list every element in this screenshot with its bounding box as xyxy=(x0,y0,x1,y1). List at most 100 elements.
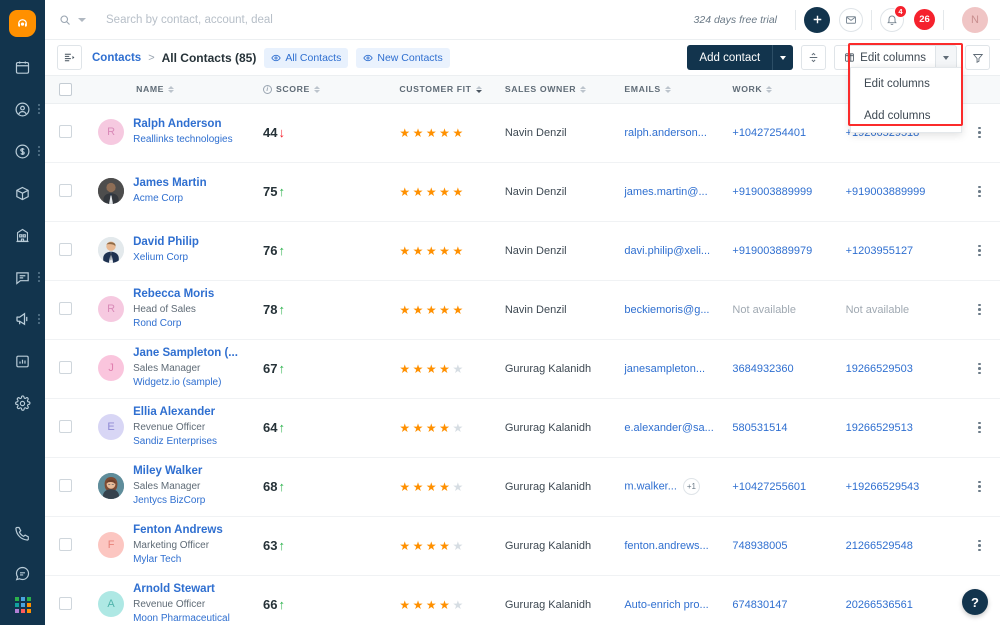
contact-org[interactable]: Moon Pharmaceutical xyxy=(133,612,230,625)
table-row[interactable]: E Ellia Alexander Revenue Officer Sandiz En… xyxy=(45,398,1000,457)
col-score[interactable]: i SCORE xyxy=(259,76,378,104)
work-phone-value[interactable]: +919003889999 xyxy=(732,186,812,198)
row-menu-icon[interactable] xyxy=(959,362,1000,375)
rating-stars[interactable]: ★★★★★ xyxy=(377,421,500,435)
email-link[interactable]: ralph.anderson... xyxy=(624,127,707,139)
rating-stars[interactable]: ★★★★★ xyxy=(377,480,500,494)
row-checkbox[interactable] xyxy=(59,478,72,492)
col-customer-fit[interactable]: CUSTOMER FIT xyxy=(377,76,501,104)
contact-name[interactable]: Arnold Stewart xyxy=(133,583,215,595)
email-link[interactable]: beckiemoris@g... xyxy=(624,304,709,316)
list-view-icon[interactable] xyxy=(57,45,82,70)
sidebar-more-dots[interactable] xyxy=(38,104,40,114)
contact-org[interactable]: Mylar Tech xyxy=(133,553,223,568)
work-phone-value[interactable]: 748938005 xyxy=(732,540,787,552)
row-checkbox[interactable] xyxy=(59,124,72,138)
email-link[interactable]: janesampleton... xyxy=(624,363,705,375)
row-menu-icon[interactable] xyxy=(959,421,1000,434)
mobile-phone-value[interactable]: +1203955127 xyxy=(846,245,914,257)
contact-name[interactable]: David Philip xyxy=(133,236,199,248)
row-density-button[interactable] xyxy=(801,45,827,70)
email-link[interactable]: fenton.andrews... xyxy=(624,540,708,552)
row-checkbox[interactable] xyxy=(59,360,72,374)
sidebar-item-contacts[interactable] xyxy=(0,93,45,125)
bell-icon[interactable]: 4 xyxy=(880,4,907,32)
work-phone-value[interactable]: +10427255601 xyxy=(732,481,806,493)
row-checkbox[interactable] xyxy=(59,537,72,551)
breadcrumb-root[interactable]: Contacts xyxy=(92,52,141,64)
row-menu-icon[interactable] xyxy=(959,480,1000,493)
mobile-phone-value[interactable]: 21266529548 xyxy=(846,540,913,552)
email-link[interactable]: davi.philip@xeli... xyxy=(624,245,710,257)
dropdown-item-add-columns[interactable]: Add columns xyxy=(851,100,961,132)
work-phone-value[interactable]: 674830147 xyxy=(732,599,787,611)
sidebar-item-marketing[interactable] xyxy=(0,303,45,335)
sidebar-item-conversations[interactable] xyxy=(0,261,45,293)
table-row[interactable]: J Jane Sampleton (... Sales Manager Widgetz… xyxy=(45,339,1000,398)
sort-toggle[interactable] xyxy=(664,85,671,93)
sidebar-item-deals[interactable] xyxy=(0,135,45,167)
col-work[interactable]: WORK xyxy=(732,76,846,104)
sidebar-item-calendar[interactable] xyxy=(0,51,45,83)
row-menu-icon[interactable] xyxy=(959,244,1000,257)
contact-name[interactable]: Rebecca Moris xyxy=(133,288,214,300)
row-checkbox[interactable] xyxy=(59,419,72,433)
email-link[interactable]: e.alexander@sa... xyxy=(624,422,713,434)
sidebar-item-accounts[interactable] xyxy=(0,219,45,251)
help-fab[interactable]: ? xyxy=(962,589,988,615)
email-link[interactable]: james.martin@... xyxy=(624,186,707,198)
work-phone-value[interactable]: +10427254401 xyxy=(732,127,806,139)
mobile-phone-value[interactable]: 19266529503 xyxy=(846,363,913,375)
contact-name[interactable]: Fenton Andrews xyxy=(133,524,223,536)
col-sales-owner[interactable]: SALES OWNER xyxy=(500,76,625,104)
sidebar-item-settings[interactable] xyxy=(0,387,45,419)
add-contact-caret[interactable] xyxy=(773,55,793,60)
rating-stars[interactable]: ★★★★★ xyxy=(377,362,500,376)
user-avatar[interactable]: N xyxy=(962,6,988,33)
contact-name[interactable]: Miley Walker xyxy=(133,465,202,477)
add-contact-button[interactable]: Add contact xyxy=(687,45,794,70)
mail-icon[interactable] xyxy=(839,7,863,32)
rating-stars[interactable]: ★★★★★ xyxy=(377,539,500,553)
work-phone-value[interactable]: +919003889979 xyxy=(732,245,812,257)
rating-stars[interactable]: ★★★★★ xyxy=(377,185,500,199)
info-icon[interactable]: i xyxy=(263,84,273,94)
edit-columns-dropdown[interactable]: Edit columns Add columns xyxy=(850,67,962,133)
rating-stars[interactable]: ★★★★★ xyxy=(377,303,500,317)
select-all-checkbox[interactable] xyxy=(59,82,72,96)
row-menu-icon[interactable] xyxy=(959,303,1000,316)
table-row[interactable]: F Fenton Andrews Marketing Officer Mylar Te… xyxy=(45,516,1000,575)
search-input[interactable] xyxy=(106,13,426,26)
counter-badge[interactable]: 26 xyxy=(914,9,935,30)
sidebar-more-dots[interactable] xyxy=(38,314,40,324)
sort-toggle[interactable] xyxy=(313,85,320,93)
row-menu-icon[interactable] xyxy=(959,539,1000,552)
email-link[interactable]: Auto-enrich pro... xyxy=(624,599,708,611)
chevron-down-icon[interactable] xyxy=(78,17,86,22)
table-row[interactable]: James Martin Acme Corp 75 ↑ ★★★★★ Navin Denzi… xyxy=(45,162,1000,221)
sort-toggle-active[interactable] xyxy=(475,85,482,93)
dropdown-item-edit-columns[interactable]: Edit columns xyxy=(851,68,961,100)
add-fab-button[interactable] xyxy=(804,6,830,33)
sort-toggle[interactable] xyxy=(580,85,587,93)
sort-toggle[interactable] xyxy=(168,85,175,93)
rating-stars[interactable]: ★★★★★ xyxy=(377,126,500,140)
sidebar-item-reports[interactable] xyxy=(0,345,45,377)
email-link[interactable]: m.walker... xyxy=(624,480,677,492)
contact-name[interactable]: James Martin xyxy=(133,177,207,189)
work-phone-value[interactable]: 3684932360 xyxy=(732,363,793,375)
contact-org[interactable]: Acme Corp xyxy=(133,192,207,207)
row-menu-icon[interactable] xyxy=(959,185,1000,198)
email-overflow-badge[interactable]: +1 xyxy=(682,478,700,495)
sidebar-more-dots[interactable] xyxy=(38,146,40,156)
rating-stars[interactable]: ★★★★★ xyxy=(377,244,500,258)
contact-org[interactable]: Sandiz Enterprises xyxy=(133,435,217,450)
sidebar-more-dots[interactable] xyxy=(38,272,40,282)
contact-org[interactable]: Reallinks technologies xyxy=(133,133,233,148)
mobile-phone-value[interactable]: +919003889999 xyxy=(846,186,926,198)
contact-org[interactable]: Jentycs BizCorp xyxy=(133,494,205,509)
rating-stars[interactable]: ★★★★★ xyxy=(377,598,500,612)
contact-org[interactable]: Xelium Corp xyxy=(133,251,199,266)
row-checkbox[interactable] xyxy=(59,301,72,315)
row-checkbox[interactable] xyxy=(59,183,72,197)
